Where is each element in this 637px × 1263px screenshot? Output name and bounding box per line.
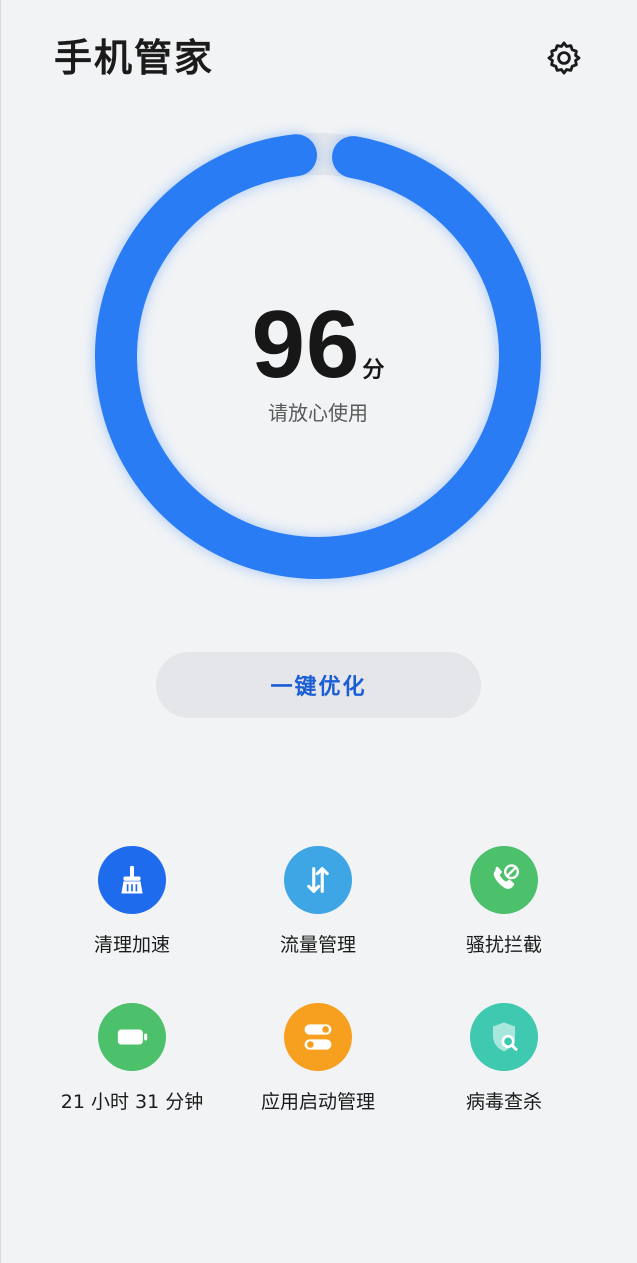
tool-label: 骚扰拦截 [465, 934, 542, 956]
tool-battery[interactable]: 21 小时 31 分钟 [32, 1003, 232, 1114]
shield-search-icon [470, 1003, 538, 1071]
tool-label: 应用启动管理 [260, 1091, 375, 1113]
phone-block-icon [470, 846, 538, 914]
score-value: 96 [251, 291, 361, 398]
tool-label: 流量管理 [279, 934, 356, 956]
tool-clean-speedup[interactable]: 清理加速 [32, 846, 232, 957]
score-display: 96分 [62, 295, 574, 395]
score-unit: 分 [362, 358, 385, 383]
tool-label: 病毒查杀 [465, 1091, 542, 1113]
tool-virus-scan[interactable]: 病毒查杀 [404, 1003, 604, 1114]
score-status: 请放心使用 [268, 401, 368, 425]
tool-app-launch[interactable]: 应用启动管理 [218, 1003, 418, 1114]
tool-label: 21 小时 31 分钟 [60, 1091, 204, 1113]
app-title: 手机管家 [54, 36, 215, 80]
left-edge-divider [0, 0, 1, 1263]
optimize-button[interactable]: 一键优化 [156, 652, 481, 718]
data-traffic-icon [284, 846, 352, 914]
settings-button[interactable] [540, 34, 588, 82]
tool-data-management[interactable]: 流量管理 [218, 846, 418, 957]
gear-icon [547, 41, 581, 75]
broom-icon [98, 846, 166, 914]
battery-icon [98, 1003, 166, 1071]
tool-harassment-block[interactable]: 骚扰拦截 [404, 846, 604, 957]
tool-label: 清理加速 [93, 934, 170, 956]
score-gauge: 96分 请放心使用 [62, 100, 574, 612]
toggle-switch-icon [284, 1003, 352, 1071]
